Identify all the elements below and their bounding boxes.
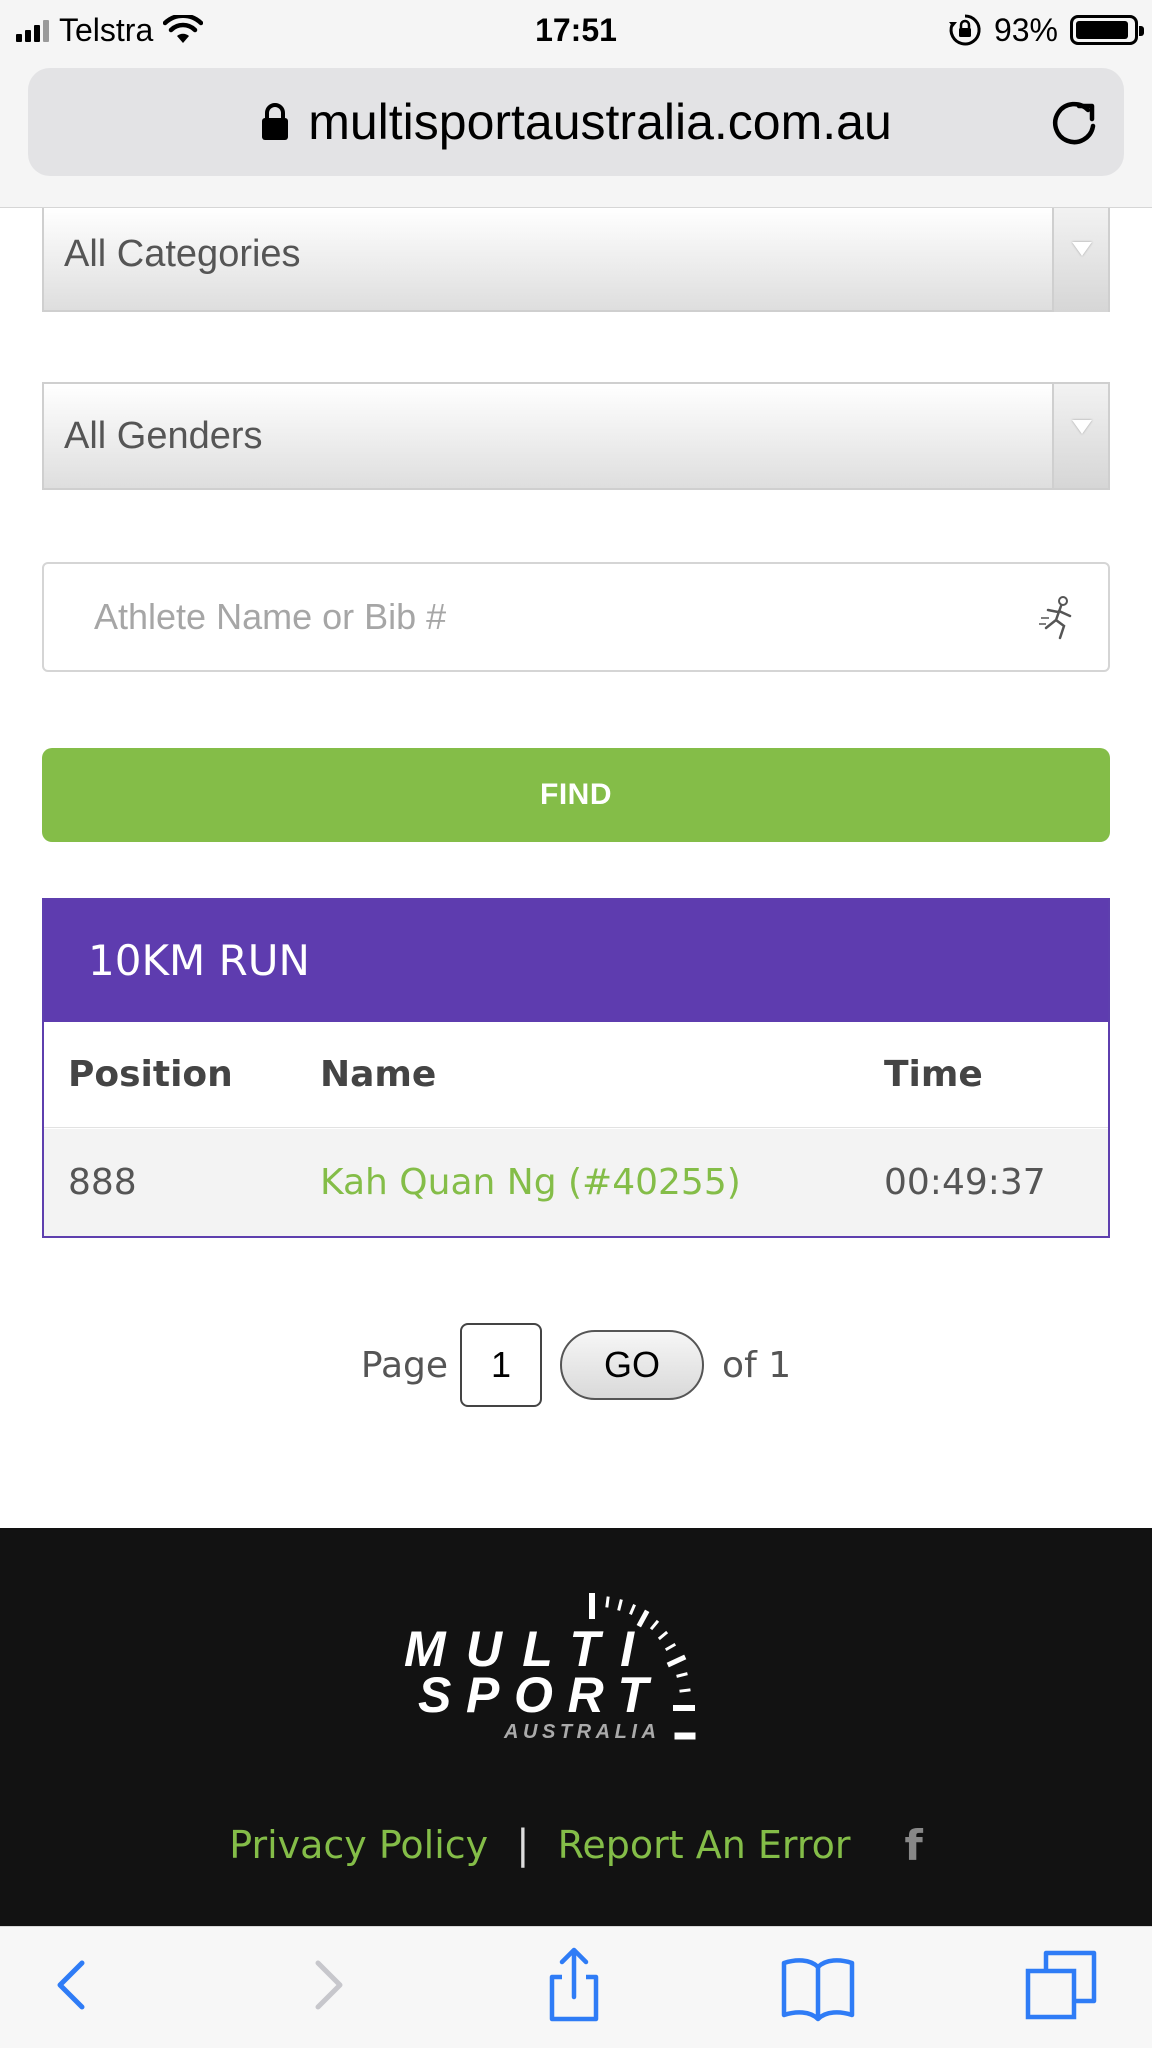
results-header: 10KM RUN	[44, 900, 1108, 1022]
go-button[interactable]: GO	[560, 1330, 705, 1400]
report-error-link[interactable]: Report An Error	[558, 1823, 851, 1867]
address-bar[interactable]: multisportaustralia.com.au	[28, 68, 1124, 176]
link-separator: |	[516, 1822, 530, 1868]
table-row: 888 Kah Quan Ng (#40255) 00:49:37	[44, 1129, 1108, 1236]
svg-text:AUSTRALIA: AUSTRALIA	[503, 1721, 656, 1743]
column-header-position: Position	[68, 1054, 233, 1095]
cell-position: 888	[68, 1162, 137, 1203]
cell-time: 00:49:37	[884, 1162, 1046, 1203]
athlete-name-link[interactable]: Kah Quan Ng (#40255)	[320, 1129, 741, 1236]
chevron-down-icon	[1052, 208, 1108, 312]
event-title: 10KM RUN	[88, 936, 310, 985]
status-bar: Telstra 17:51 93%	[0, 0, 1152, 60]
svg-text:SPORT: SPORT	[418, 1667, 652, 1723]
chevron-down-icon	[1052, 384, 1108, 488]
pagination: Page GO of 1	[0, 1320, 1152, 1410]
page-number-input[interactable]	[460, 1323, 543, 1407]
page-label: Page	[360, 1344, 449, 1386]
table-header-row: Position Name Time	[44, 1022, 1108, 1128]
category-select-value: All Categories	[64, 233, 301, 275]
lock-icon	[262, 103, 289, 140]
battery-icon	[1070, 15, 1144, 45]
gender-select-value: All Genders	[64, 415, 263, 457]
browser-chrome: multisportaustralia.com.au	[0, 60, 1152, 208]
share-icon[interactable]	[534, 1945, 614, 2025]
column-header-name: Name	[320, 1054, 437, 1095]
status-right: 93%	[948, 8, 1144, 52]
facebook-icon[interactable]: f	[905, 1821, 923, 1870]
gender-select[interactable]: All Genders	[42, 382, 1110, 490]
footer: MULTI SPORT AUSTRALIA Privacy Policy | R…	[0, 1528, 1152, 1926]
athlete-search-field[interactable]	[42, 562, 1110, 672]
multisport-australia-logo[interactable]: MULTI SPORT AUSTRALIA	[396, 1588, 742, 1758]
find-button[interactable]: FIND	[42, 748, 1110, 842]
runner-icon	[1039, 596, 1072, 640]
page-total-label: of 1	[722, 1344, 792, 1386]
athlete-search-input[interactable]	[94, 564, 994, 670]
category-select[interactable]: All Categories	[42, 208, 1110, 312]
battery-percentage: 93%	[993, 11, 1058, 48]
tabs-icon[interactable]	[1022, 1945, 1102, 2025]
orientation-lock-icon	[948, 14, 981, 46]
bookmarks-icon[interactable]	[778, 1945, 858, 2025]
back-icon[interactable]	[32, 1945, 112, 2025]
reload-icon[interactable]	[1048, 96, 1100, 148]
results-table: 10KM RUN Position Name Time 888 Kah Quan…	[42, 898, 1110, 1238]
privacy-policy-link[interactable]: Privacy Policy	[229, 1823, 488, 1867]
footer-links: Privacy Policy | Report An Error f	[0, 1810, 1152, 1880]
url-text: multisportaustralia.com.au	[308, 94, 892, 150]
column-header-time: Time	[884, 1054, 983, 1095]
forward-icon[interactable]	[288, 1945, 368, 2025]
browser-toolbar	[0, 1926, 1152, 2048]
